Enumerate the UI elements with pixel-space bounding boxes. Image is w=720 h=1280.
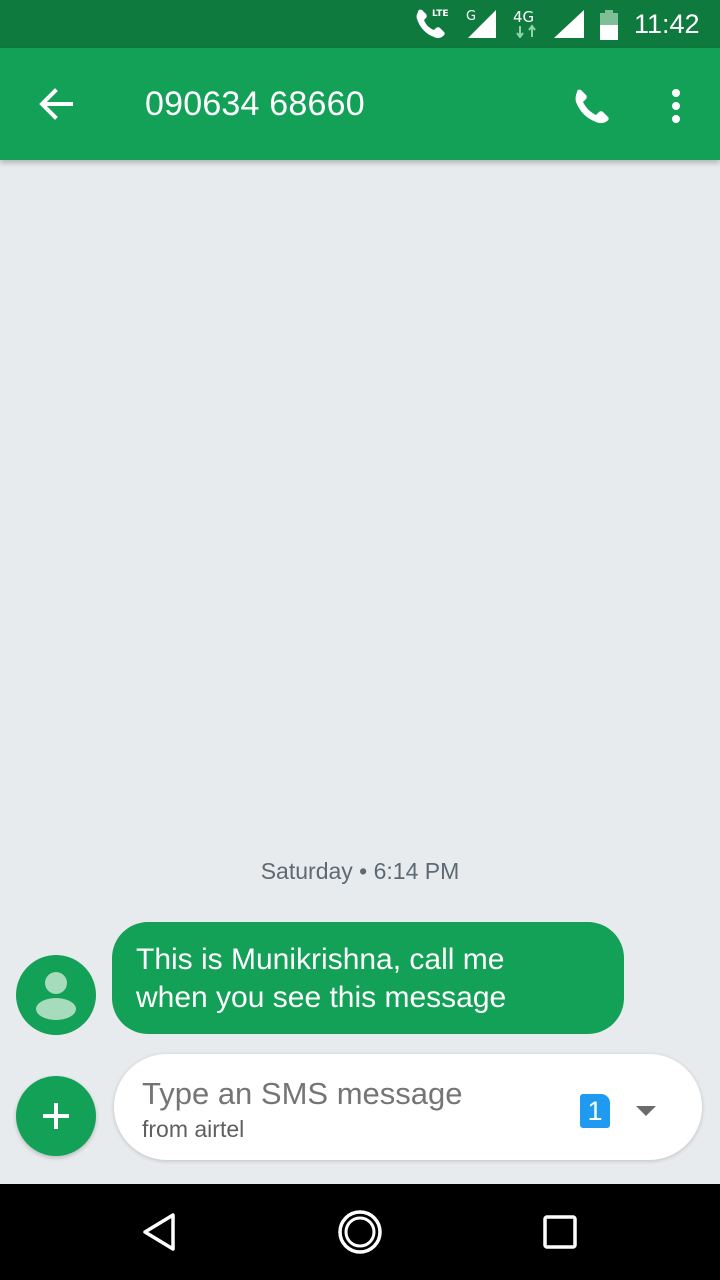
- plus-icon: [43, 1103, 69, 1129]
- message-text-line-2: when you see this message: [136, 981, 507, 1014]
- sim-icon[interactable]: 1: [580, 1094, 610, 1128]
- circle-home-icon: [338, 1210, 382, 1254]
- date-separator: Saturday • 6:14 PM: [260, 858, 460, 884]
- attach-button[interactable]: [16, 1076, 96, 1156]
- lte-label: LTE: [432, 9, 449, 19]
- message-input[interactable]: Type an SMS message from airtel 1: [114, 1054, 702, 1160]
- dropdown-arrow-icon: [636, 1106, 656, 1116]
- contact-avatar[interactable]: [16, 955, 96, 1035]
- nav-home-button[interactable]: [328, 1200, 392, 1264]
- sim-carrier-label: from airtel: [142, 1116, 245, 1142]
- signal-g-icon: G: [462, 0, 498, 48]
- nav-recents-button[interactable]: [528, 1200, 592, 1264]
- app-bar: 090634 68660: [0, 48, 720, 160]
- back-button[interactable]: [28, 76, 84, 132]
- fourg-label: 4G: [513, 8, 534, 26]
- person-icon: [36, 972, 76, 1020]
- square-recents-icon: [543, 1215, 577, 1249]
- phone-icon: [575, 89, 609, 124]
- battery-icon: [598, 0, 622, 48]
- message-input-placeholder: Type an SMS message: [142, 1076, 463, 1111]
- signal-icon: [550, 0, 586, 48]
- message-text-line-1: This is Munikrishna, call me: [136, 943, 505, 976]
- call-lte-icon: LTE: [414, 0, 452, 48]
- message-bubble[interactable]: This is Munikrishna, call me when you se…: [112, 922, 624, 1034]
- data-4g-icon: 4G: [510, 0, 546, 48]
- sim-selector-button[interactable]: [630, 1094, 662, 1128]
- arrow-back-icon: [39, 88, 73, 120]
- nav-back-button[interactable]: [128, 1200, 192, 1264]
- status-time: 11:42: [634, 8, 700, 39]
- status-bar: LTE G 4G 11:42: [0, 0, 720, 48]
- call-button[interactable]: [562, 76, 622, 136]
- triangle-back-icon: [143, 1213, 175, 1251]
- g-label: G: [466, 9, 476, 24]
- navigation-bar: [0, 1184, 720, 1280]
- conversation-title: 090634 68660: [145, 85, 365, 123]
- more-vert-icon: [672, 89, 680, 123]
- more-options-button[interactable]: [650, 76, 702, 136]
